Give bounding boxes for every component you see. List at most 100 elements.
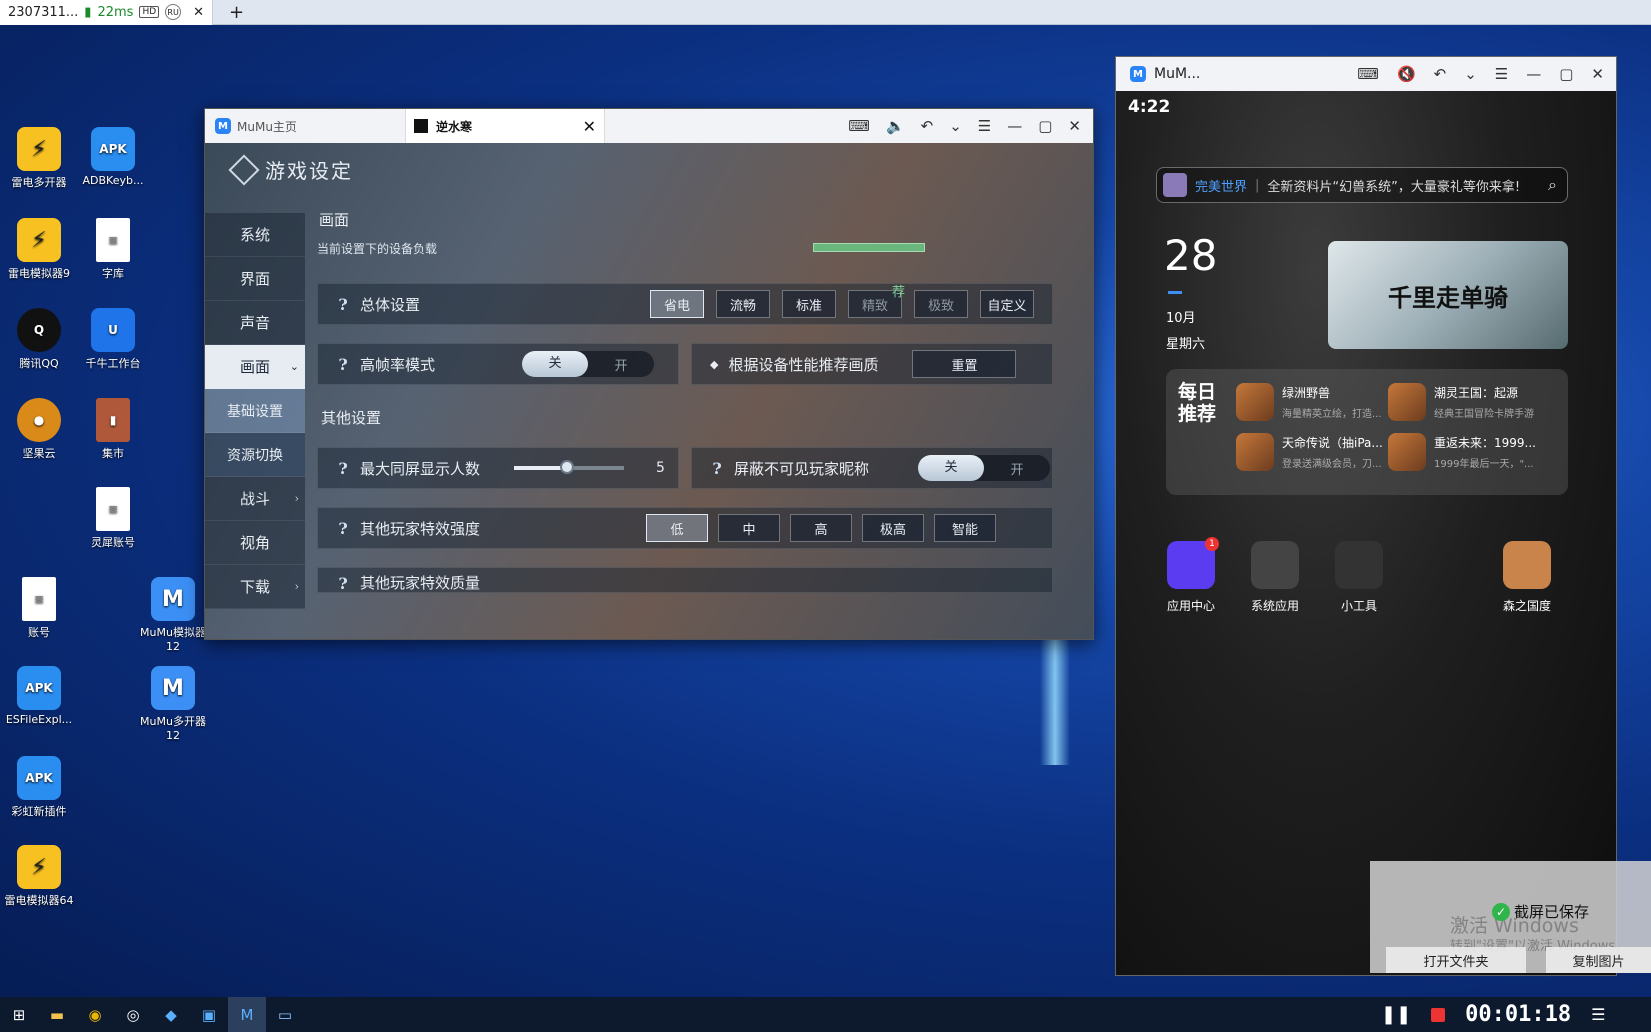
mumu-multi-icon[interactable]: ▣ xyxy=(190,997,228,1032)
sidebar-item-interface[interactable]: 界面 xyxy=(205,257,305,301)
home-app[interactable]: 1 应用中心 xyxy=(1156,537,1226,614)
desktop-icon[interactable]: APK 彩虹新插件 xyxy=(0,756,78,819)
tab-game[interactable]: 逆水寒 ✕ xyxy=(405,109,605,143)
chevron-down-icon[interactable]: ⌄ xyxy=(1464,65,1477,83)
home-app[interactable]: 森之国度 xyxy=(1492,541,1562,614)
desktop-icon[interactable]: ⚡ 雷电模拟器64 xyxy=(0,845,78,908)
sidebar-item-camera[interactable]: 视角 xyxy=(205,521,305,565)
sidebar-subitem-resource[interactable]: 资源切换 xyxy=(205,433,305,477)
recommended-game[interactable]: 重返未来：1999... 1999年最后一天，"... xyxy=(1388,433,1553,471)
sidebar-item-sound[interactable]: 声音 xyxy=(205,301,305,345)
desktop-icon[interactable]: APK ADBKeyb... xyxy=(74,127,152,187)
effect-option-button[interactable]: 低 xyxy=(646,514,708,542)
mute-icon[interactable]: 🔇 xyxy=(1397,65,1416,83)
mumu-player-icon[interactable]: M xyxy=(228,997,266,1032)
help-icon[interactable]: ? xyxy=(332,572,354,593)
desktop-icon[interactable]: ● 坚果云 xyxy=(0,398,78,461)
promo-banner[interactable]: 千里走单骑 xyxy=(1328,241,1568,349)
new-tab-button[interactable]: + xyxy=(229,2,244,23)
sidebar-item-combat[interactable]: 战斗 › xyxy=(205,477,305,521)
menu-icon[interactable]: ☰ xyxy=(978,117,991,135)
help-icon[interactable]: ? xyxy=(706,457,728,479)
sidebar-item-system[interactable]: 系统 xyxy=(205,213,305,257)
quality-option-button[interactable]: 精致荐 xyxy=(848,285,905,318)
desktop-icon[interactable]: ≡ 账号 xyxy=(0,577,78,640)
quality-option-button[interactable]: 省电 xyxy=(650,290,704,318)
maximize-icon[interactable]: ▢ xyxy=(1038,117,1052,135)
help-icon[interactable]: ? xyxy=(332,293,354,315)
start-icon[interactable]: ⊞ xyxy=(0,997,38,1032)
volume-icon[interactable]: 🔈 xyxy=(886,117,905,135)
screenshot-app-icon[interactable]: ▭ xyxy=(266,997,304,1032)
help-icon[interactable]: ? xyxy=(332,353,354,375)
home-app[interactable]: 系统应用 xyxy=(1240,541,1310,614)
effect-option-button[interactable]: 高 xyxy=(790,514,852,542)
reset-button[interactable]: 重置 xyxy=(912,350,1017,378)
hide-names-toggle[interactable]: 关 开 xyxy=(918,455,1050,481)
home-app[interactable]: 小工具 xyxy=(1324,541,1394,614)
open-folder-button[interactable]: 打开文件夹 xyxy=(1386,947,1526,973)
desktop-icon[interactable]: Q 腾讯QQ xyxy=(0,308,78,371)
tab-close-icon[interactable]: ✕ xyxy=(193,5,204,20)
quality-option-button[interactable]: 自定义 xyxy=(980,290,1034,318)
max-players-slider[interactable] xyxy=(514,460,624,474)
chevron-down-icon[interactable]: ⌄ xyxy=(949,117,962,135)
file-explorer-icon[interactable]: ▬ xyxy=(38,997,76,1032)
effect-option-button[interactable]: 中 xyxy=(718,514,780,542)
chrome-icon[interactable]: ◉ xyxy=(76,997,114,1032)
desktop-icon[interactable]: U 千牛工作台 xyxy=(74,308,152,371)
toggle-on-option: 开 xyxy=(614,358,628,374)
keyboard-icon[interactable]: ⌨ xyxy=(848,117,870,135)
keyboard-icon[interactable]: ⌨ xyxy=(1357,65,1379,83)
sidebar-subitem-basic[interactable]: 基础设置 xyxy=(205,389,305,433)
quality-option-button[interactable]: 极致 xyxy=(914,290,968,318)
sidebar-item-display[interactable]: 画面 ⌄ xyxy=(205,345,305,389)
qianniu-icon[interactable]: ◆ xyxy=(152,997,190,1032)
tab-close-icon[interactable]: ✕ xyxy=(583,117,596,136)
browser-tab[interactable]: 2307311... ▮ 22ms HD RU ✕ xyxy=(0,0,214,25)
pause-icon[interactable]: ❚❚ xyxy=(1381,1004,1411,1025)
sidebar-item-label: 界面 xyxy=(239,270,270,288)
recommended-game[interactable]: 天命传说（抽iPa... 登录送满级会员，刀... xyxy=(1236,433,1401,471)
desktop-icon[interactable]: M MuMu多开器12 xyxy=(134,666,212,742)
slider-knob[interactable] xyxy=(560,460,574,474)
menu-icon[interactable]: ☰ xyxy=(1591,1005,1605,1024)
doc-app-icon: ≡ xyxy=(22,577,56,621)
sidebar-item-download[interactable]: 下载 › xyxy=(205,565,305,609)
quality-option-button[interactable]: 标准 xyxy=(782,290,836,318)
effect-option-button[interactable]: 极高 xyxy=(862,514,924,542)
recommended-game[interactable]: 潮灵王国：起源 经典王国冒险卡牌手游 xyxy=(1388,383,1553,421)
copy-image-button[interactable]: 复制图片 xyxy=(1546,947,1651,973)
mumu-game-window: M MuMu主页 逆水寒 ✕ ⌨ 🔈 ↶ ⌄ ☰ — ▢ ✕ 游戏设定 系统 界… xyxy=(204,108,1094,640)
back-icon[interactable]: ↶ xyxy=(921,117,934,135)
desktop-icon[interactable]: ▮ 集市 xyxy=(74,398,152,461)
desktop-icon-label: ESFileExpl... xyxy=(5,713,73,726)
minimize-icon[interactable]: — xyxy=(1526,65,1541,83)
menu-icon[interactable]: ☰ xyxy=(1495,65,1508,83)
desktop-icon[interactable]: ⚡ 雷电模拟器9 xyxy=(0,218,78,281)
desktop-icon[interactable]: ≡ 字库 xyxy=(74,218,152,281)
back-icon[interactable]: ↶ xyxy=(1434,65,1447,83)
maximize-icon[interactable]: ▢ xyxy=(1559,65,1573,83)
help-icon[interactable]: ? xyxy=(332,457,354,479)
game-desc: 经典王国冒险卡牌手游 xyxy=(1434,409,1534,420)
search-icon[interactable]: ⌕ xyxy=(1548,175,1557,195)
desktop-icon[interactable]: ⚡ 雷电多开器 xyxy=(0,127,78,190)
search-bar[interactable]: 完美世界 | 全新资料片“幻兽系统”，大量豪礼等你来拿! ⌕ xyxy=(1156,167,1568,203)
desktop-icon[interactable]: ≡ 灵犀账号 xyxy=(74,487,152,550)
close-icon[interactable]: ✕ xyxy=(1591,65,1604,83)
quality-option-button[interactable]: 流畅 xyxy=(716,290,770,318)
desktop-icon[interactable]: APK ESFileExpl... xyxy=(0,666,78,726)
help-icon[interactable]: ? xyxy=(332,517,354,539)
close-icon[interactable]: ✕ xyxy=(1068,117,1081,135)
toast-message-text: 截屏已保存 xyxy=(1514,903,1590,921)
tab-mumu-home[interactable]: M MuMu主页 xyxy=(205,118,405,135)
stop-record-icon[interactable] xyxy=(1431,1007,1446,1022)
network-app-icon[interactable]: ◎ xyxy=(114,997,152,1032)
date-day: 28 xyxy=(1164,231,1218,280)
desktop-icon[interactable]: M MuMu模拟器12 xyxy=(134,577,212,653)
minimize-icon[interactable]: — xyxy=(1007,117,1022,135)
recommended-game[interactable]: 绿洲野兽 海量精英立绘，打造... xyxy=(1236,383,1401,421)
hfr-toggle[interactable]: 关 开 xyxy=(522,351,654,377)
effect-option-button[interactable]: 智能 xyxy=(934,514,996,542)
